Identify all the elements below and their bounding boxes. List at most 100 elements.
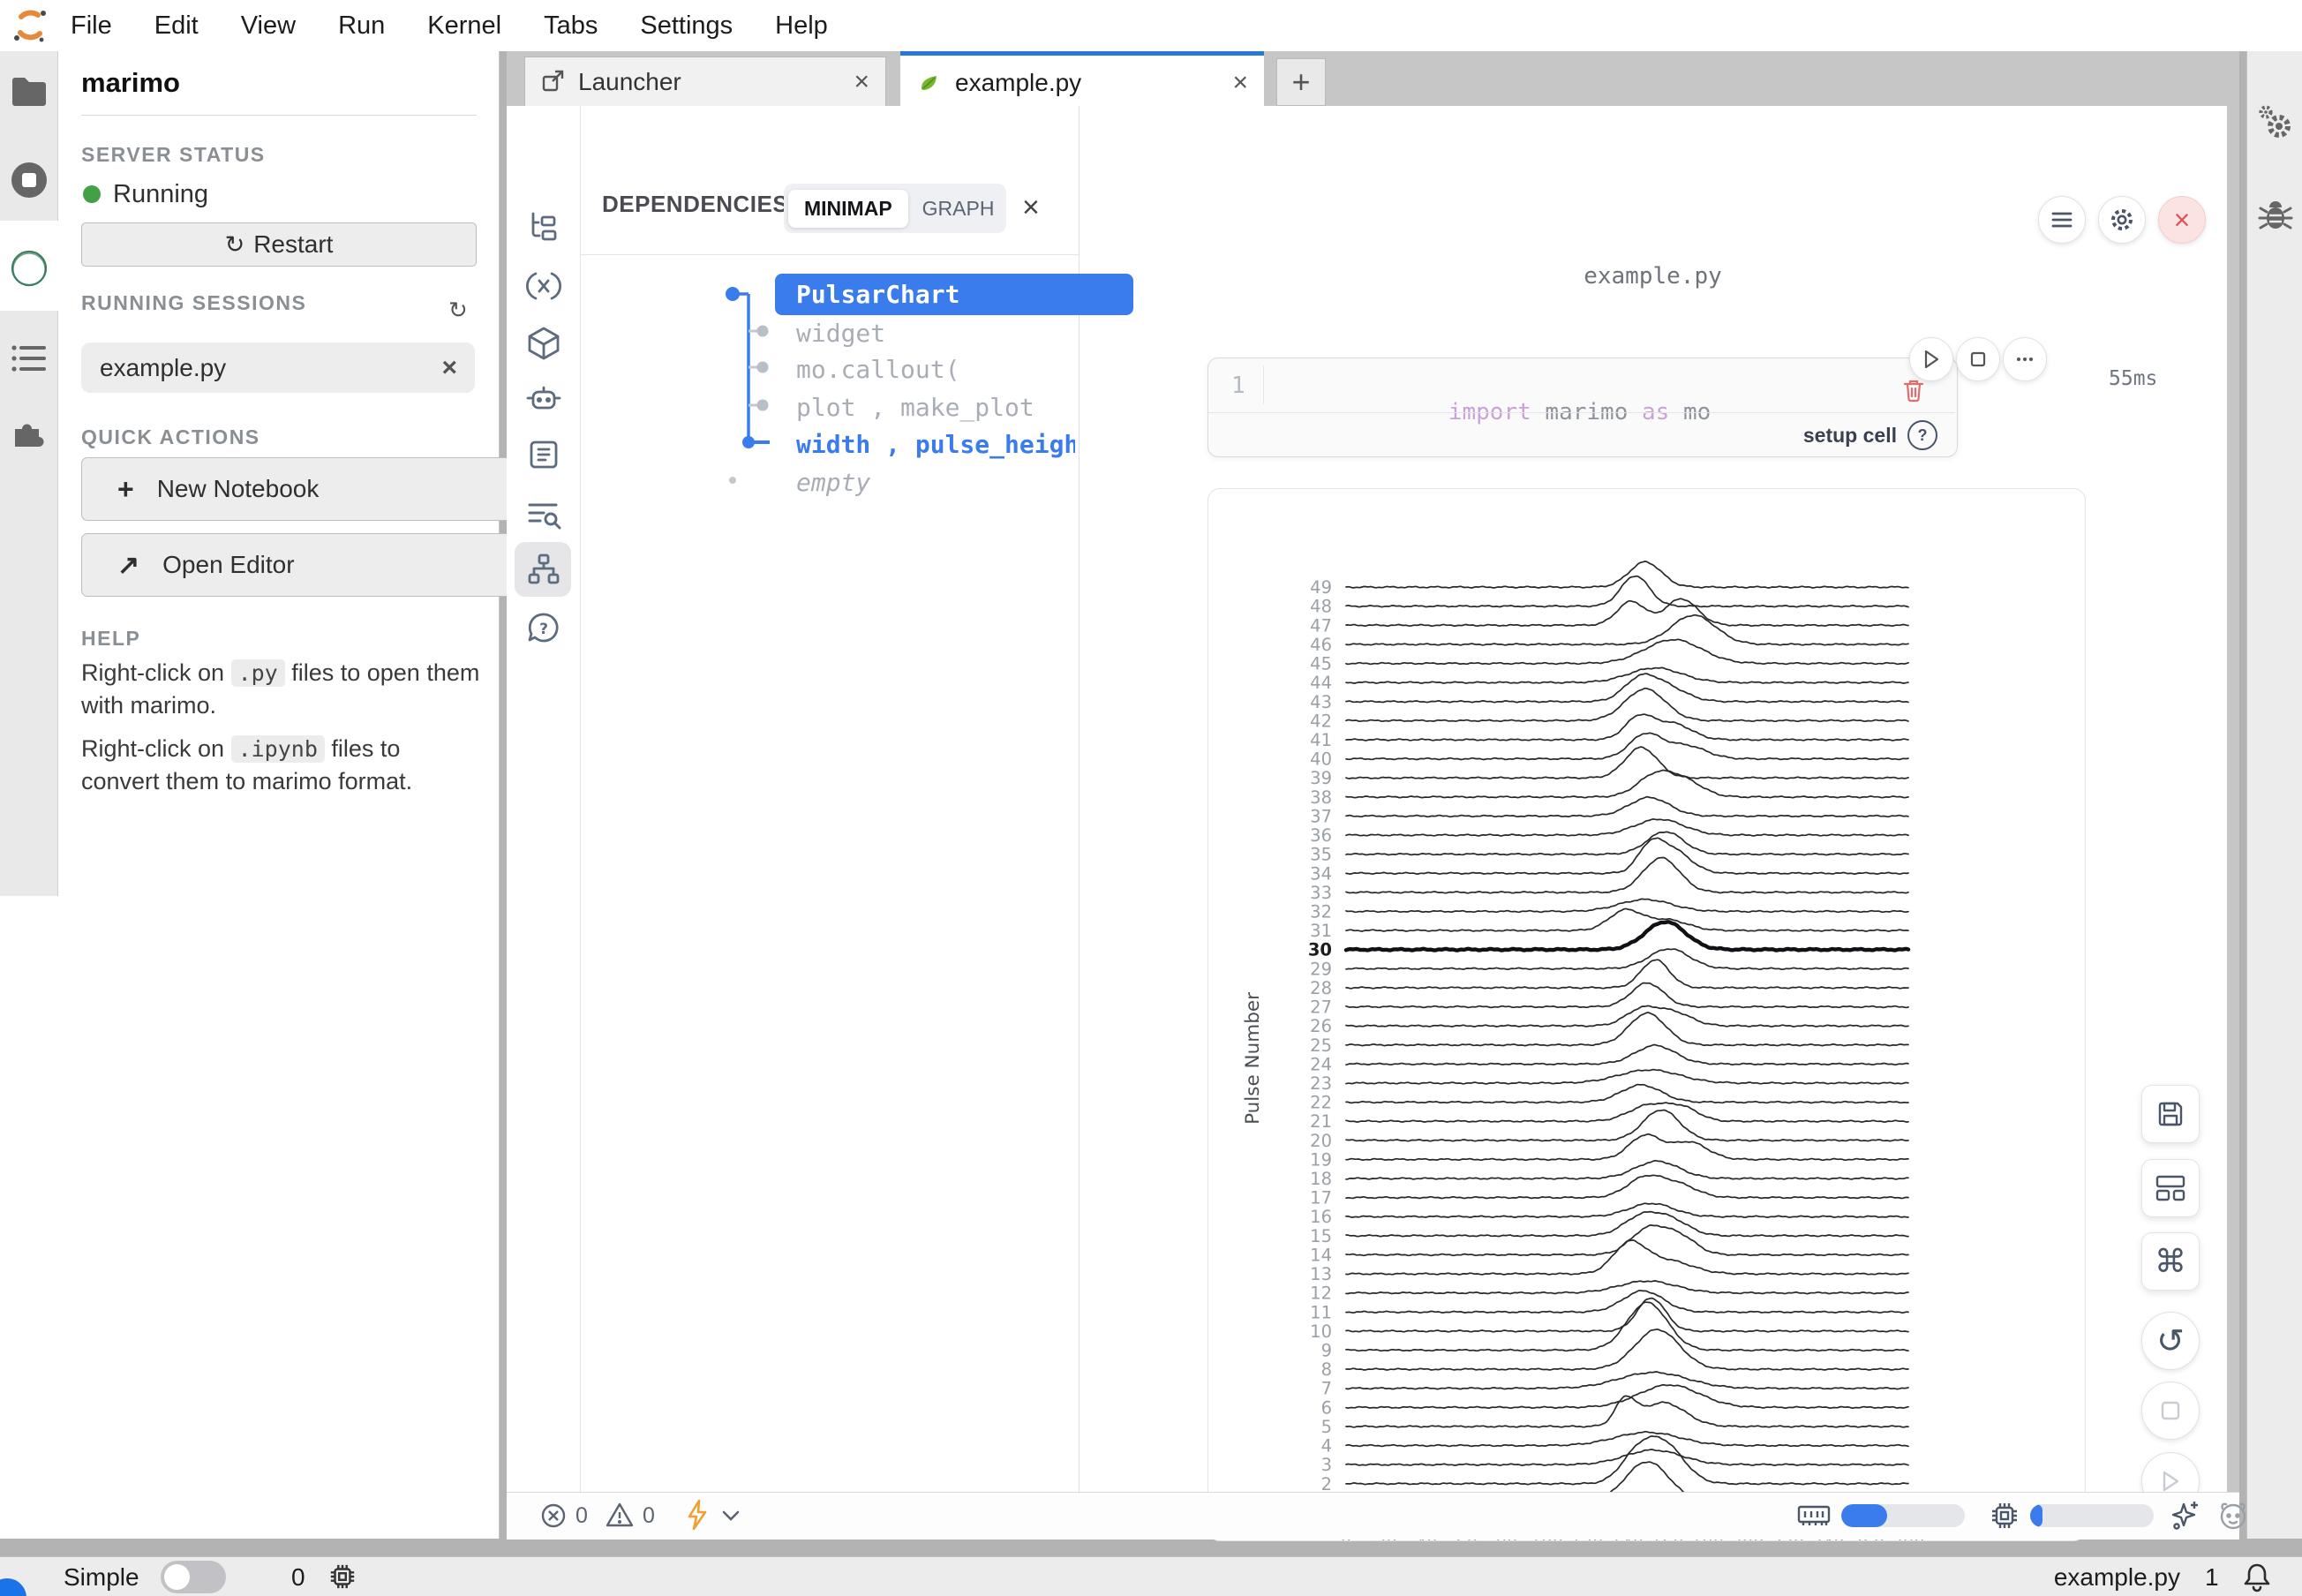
help-label: HELP: [81, 627, 140, 651]
file-tree-icon[interactable]: [526, 210, 561, 245]
search-logs-icon[interactable]: [526, 496, 561, 531]
marimo-leaf-icon: [918, 72, 941, 94]
marimo-logo-icon[interactable]: [8, 247, 50, 290]
close-session-icon[interactable]: ×: [441, 353, 457, 383]
help-bubble-icon[interactable]: ?: [526, 611, 561, 646]
svg-text:37: 37: [1310, 806, 1332, 826]
app-logo-icon[interactable]: [11, 6, 49, 45]
setup-help-icon[interactable]: ?: [1907, 420, 1937, 450]
notebook-shutdown-button[interactable]: ×: [2158, 196, 2206, 244]
running-kernels-icon[interactable]: [10, 161, 49, 200]
tree-node-width-vars[interactable]: width , pulse_height , n_poi: [796, 430, 1075, 459]
cpu-icon: [1990, 1501, 2020, 1531]
menu-item-view[interactable]: View: [241, 11, 296, 41]
menu-item-run[interactable]: Run: [338, 11, 385, 41]
undo-button[interactable]: ↺: [2141, 1312, 2200, 1370]
menu-item-kernel[interactable]: Kernel: [427, 11, 501, 41]
extensions-icon[interactable]: [11, 415, 48, 452]
menu-item-edit[interactable]: Edit: [154, 11, 199, 41]
notebook-settings-button[interactable]: [2098, 196, 2146, 244]
restart-button[interactable]: ↻ Restart: [81, 222, 477, 267]
status-file-name: example.py: [2004, 1563, 2180, 1592]
tree-node-widget[interactable]: widget: [796, 319, 885, 348]
delete-cell-icon[interactable]: [1902, 378, 1925, 403]
cpu-usage-bar: [2030, 1504, 2154, 1527]
dependencies-graph-icon[interactable]: [526, 552, 561, 587]
notebook-title: example.py: [1080, 263, 2226, 290]
svg-text:14: 14: [1310, 1245, 1332, 1265]
svg-text:16: 16: [1310, 1207, 1332, 1227]
new-notebook-button[interactable]: + New Notebook: [81, 457, 512, 521]
logs-scroll-icon[interactable]: [526, 437, 561, 472]
sessions-list-icon[interactable]: [11, 343, 48, 374]
svg-text:47: 47: [1310, 615, 1332, 636]
refresh-sessions-icon[interactable]: ↻: [448, 297, 468, 324]
menu-item-tabs[interactable]: Tabs: [544, 11, 598, 41]
property-inspector-icon[interactable]: [2257, 104, 2294, 141]
svg-text:3: 3: [1321, 1455, 1332, 1475]
session-list-item[interactable]: example.py ×: [81, 343, 475, 393]
menu-item-file[interactable]: File: [71, 11, 112, 41]
svg-text:22: 22: [1310, 1093, 1332, 1113]
ai-robot-icon[interactable]: [526, 381, 561, 417]
files-icon[interactable]: [11, 76, 48, 108]
status-dot: [83, 185, 101, 203]
new-tab-button[interactable]: +: [1276, 58, 1326, 106]
toggle-graph[interactable]: GRAPH: [908, 190, 1009, 228]
debugger-bug-icon[interactable]: [2258, 198, 2293, 233]
variables-icon[interactable]: [526, 268, 561, 304]
run-stale-lightning-icon[interactable]: [685, 1499, 710, 1531]
svg-text:10: 10: [1310, 1321, 1332, 1342]
errors-icon[interactable]: [540, 1502, 567, 1529]
tree-node-callout[interactable]: mo.callout(: [796, 355, 959, 384]
svg-text:6: 6: [1321, 1397, 1332, 1418]
notebook-menu-button[interactable]: [2038, 196, 2086, 244]
toggle-minimap[interactable]: MINIMAP: [788, 190, 908, 228]
svg-text:34: 34: [1310, 863, 1332, 884]
sidebar-title: marimo: [81, 67, 180, 99]
copilot-face-icon[interactable]: [2217, 1500, 2249, 1532]
warning-count: 0: [643, 1503, 655, 1529]
close-tab-icon[interactable]: ×: [854, 67, 869, 97]
svg-text:33: 33: [1310, 883, 1332, 903]
kernel-chip-icon[interactable]: [328, 1562, 357, 1591]
menu-item-settings[interactable]: Settings: [640, 11, 733, 41]
close-panel-icon[interactable]: ×: [1022, 191, 1040, 225]
setup-cell-label: setup cell: [1756, 424, 1897, 448]
tab-launcher[interactable]: Launcher ×: [524, 56, 886, 107]
line-number: 1: [1231, 373, 1245, 399]
bell-icon[interactable]: [2242, 1562, 2272, 1593]
notebook-scrollbar[interactable]: [2227, 106, 2239, 1492]
launcher-icon: [541, 70, 566, 94]
tree-node-empty[interactable]: empty: [796, 468, 870, 497]
tab-example-py[interactable]: example.py ×: [900, 51, 1264, 110]
tree-node-plot[interactable]: plot , make_plot: [796, 393, 1034, 422]
ipynb-extension-chip: .ipynb: [231, 735, 325, 763]
open-editor-button[interactable]: ↗ Open Editor: [81, 533, 512, 597]
layout-button[interactable]: [2141, 1159, 2200, 1217]
svg-text:4: 4: [1321, 1436, 1332, 1457]
warnings-icon[interactable]: [606, 1502, 634, 1528]
notification-bubble[interactable]: [0, 1578, 26, 1596]
ai-sparkle-icon[interactable]: [2170, 1499, 2201, 1532]
running-sessions-label: RUNNING SESSIONS: [81, 291, 306, 315]
run-cell-button[interactable]: [1909, 337, 1953, 381]
more-cell-actions-button[interactable]: [2003, 337, 2047, 381]
close-tab-icon[interactable]: ×: [1232, 68, 1248, 98]
svg-text:11: 11: [1310, 1302, 1332, 1322]
chevron-down-icon[interactable]: [722, 1510, 740, 1521]
notebook-footer: 0 0: [507, 1492, 2239, 1540]
save-button[interactable]: [2141, 1085, 2200, 1143]
svg-text:19: 19: [1310, 1149, 1332, 1170]
command-palette-button[interactable]: ⌘: [2141, 1232, 2200, 1291]
right-side-rail: [2246, 51, 2302, 1539]
stop-cell-button[interactable]: [1956, 337, 2000, 381]
svg-text:24: 24: [1310, 1054, 1332, 1074]
package-icon[interactable]: [526, 326, 561, 361]
svg-text:7: 7: [1321, 1379, 1332, 1399]
stop-all-button[interactable]: [2141, 1381, 2200, 1440]
svg-text:41: 41: [1310, 730, 1332, 750]
simple-mode-toggle[interactable]: [161, 1561, 226, 1593]
menu-item-help[interactable]: Help: [775, 11, 828, 41]
code-cell[interactable]: 1 import marimo as mo setup cell ?: [1207, 358, 1958, 457]
